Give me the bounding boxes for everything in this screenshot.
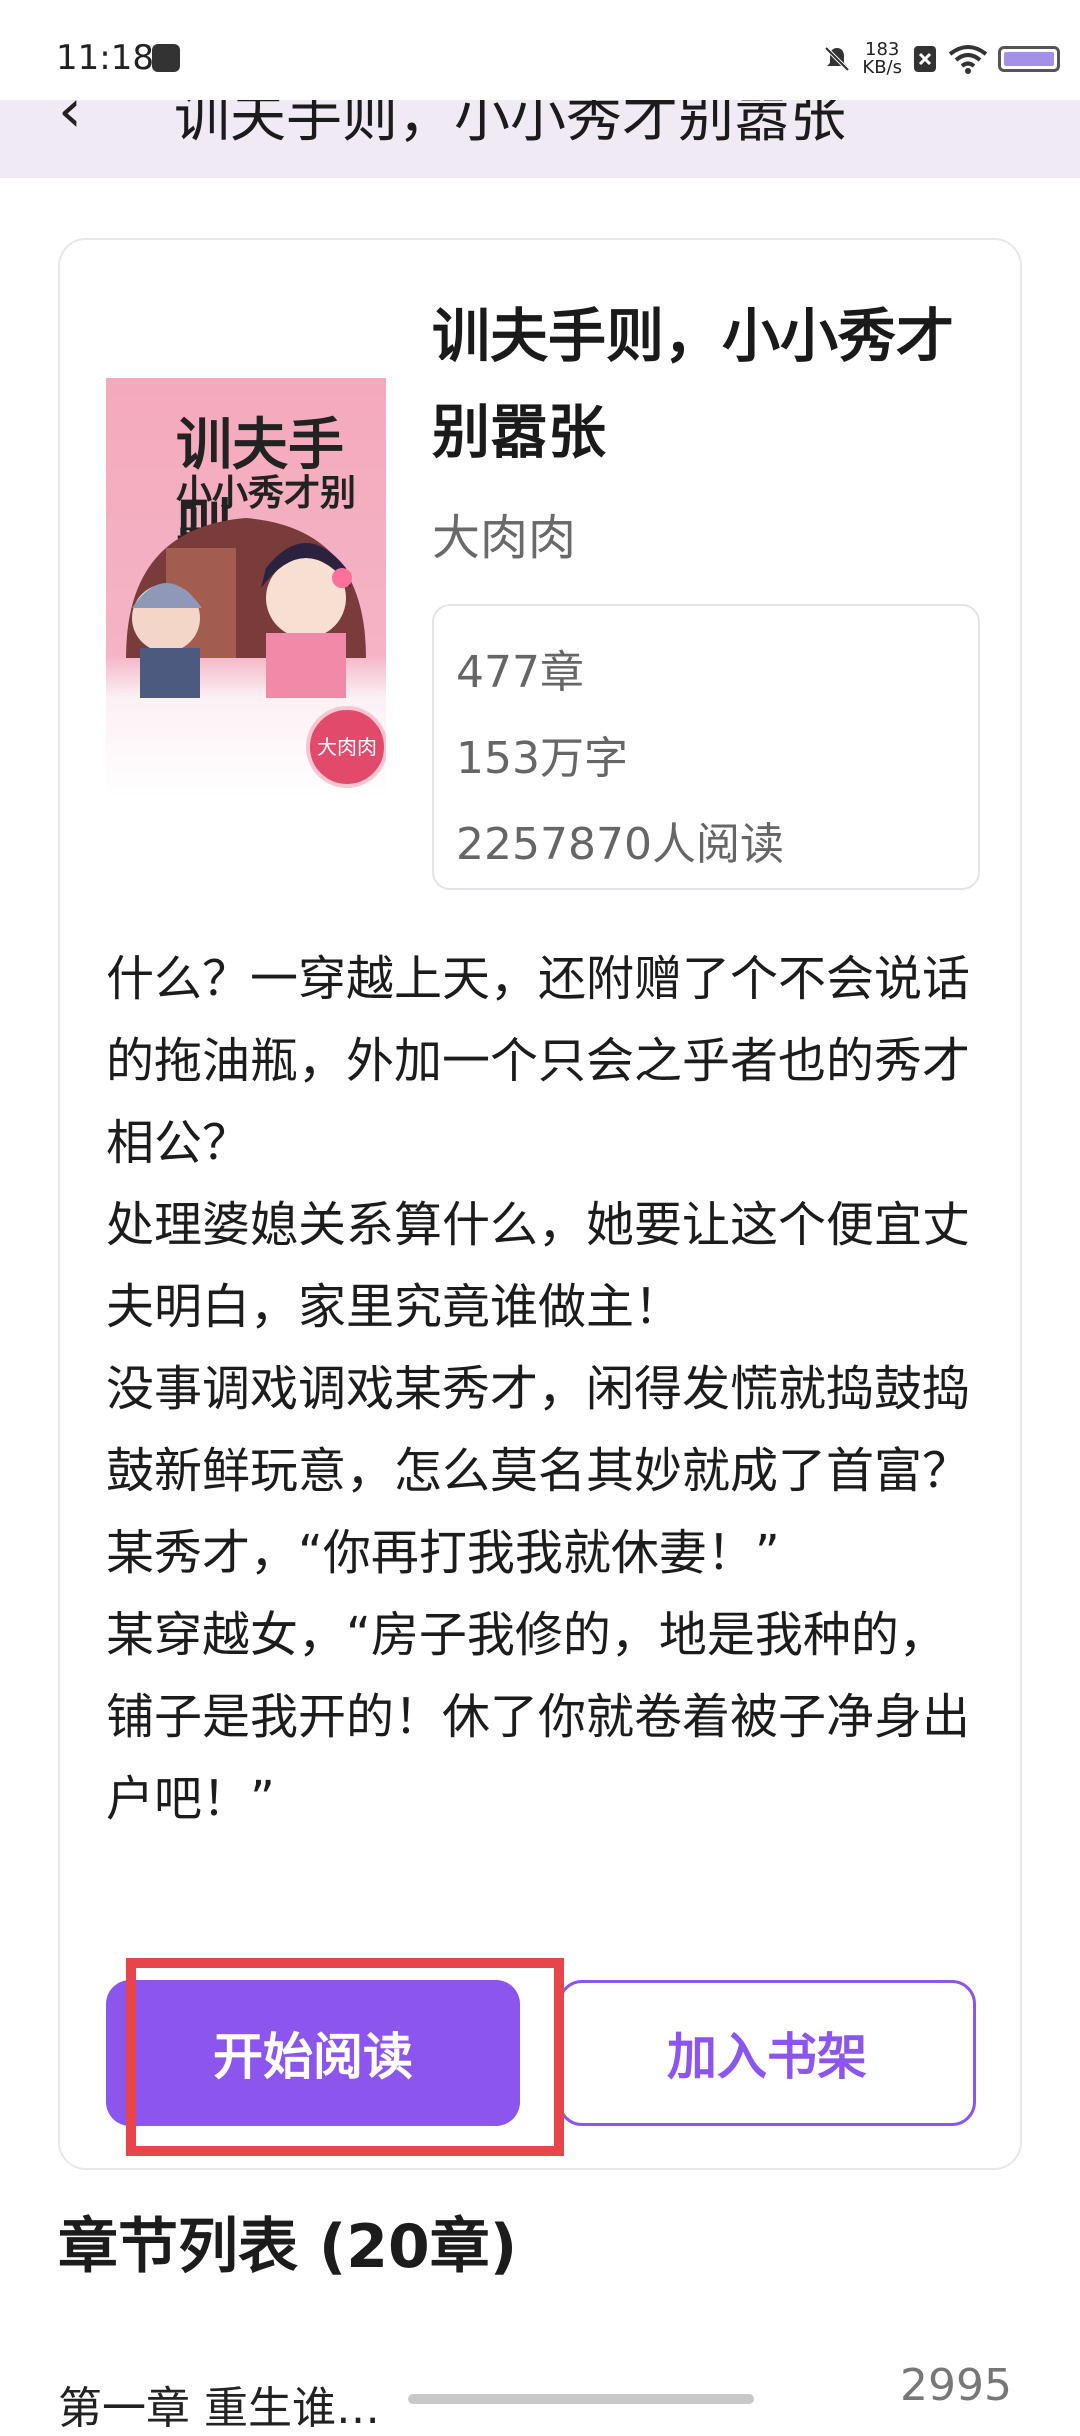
status-time: 11:18 <box>56 38 154 78</box>
network-speed-unit: KB/s <box>862 57 902 78</box>
book-title: 训夫手则，小小秀才别嚣张 <box>432 302 955 466</box>
mute-bell-icon <box>824 46 850 72</box>
description-paragraph: 某秀才，“你再打我我就休妻！” <box>106 1525 780 1581</box>
chapter-list-heading: 章节列表 (20章) <box>58 2212 518 2282</box>
header-title: 训夫手则，小小秀才别嚣张 <box>174 100 846 150</box>
book-card: 训夫手则 小小秀才别嚣张 大肉肉 训夫手则，小小秀才别嚣张 大肉肉 477章 1… <box>58 238 1022 2170</box>
book-description: 什么？一穿越上天，还附赠了个不会说话的拖油瓶，外加一个只会之乎者也的秀才相公？ … <box>106 938 986 1840</box>
stat-readers: 2257870人阅读 <box>456 819 784 870</box>
book-stats: 477章 153万字 2257870人阅读 <box>432 604 980 890</box>
book-cover[interactable]: 训夫手则 小小秀才别嚣张 大肉肉 <box>106 378 386 798</box>
description-paragraph: 某穿越女，“房子我修的，地是我种的，铺子是我开的！休了你就卷着被子净身出户吧！” <box>106 1607 971 1827</box>
description-paragraph: 处理婆媳关系算什么，她要让这个便宜丈夫明白，家里究竟谁做主！ <box>106 1197 971 1335</box>
status-icons: 183 KB/s <box>822 34 1060 84</box>
stat-chapters: 477章 <box>456 647 584 698</box>
notification-icon <box>152 44 180 72</box>
add-to-shelf-button[interactable]: 加入书架 <box>558 1980 976 2126</box>
back-button[interactable]: ‹ <box>58 100 82 146</box>
wifi-icon <box>948 45 988 74</box>
start-reading-button[interactable]: 开始阅读 <box>106 1980 520 2126</box>
network-speed: 183 KB/s <box>862 41 902 77</box>
no-sim-icon <box>914 46 936 72</box>
cover-illustration <box>126 518 366 698</box>
chapter-list-item[interactable]: 第一章 重生谁… <box>58 2372 380 2436</box>
description-paragraph: 什么？一穿越上天，还附赠了个不会说话的拖油瓶，外加一个只会之乎者也的秀才相公？ <box>106 951 971 1171</box>
book-author[interactable]: 大肉肉 <box>432 498 576 568</box>
stat-words: 153万字 <box>456 733 628 784</box>
chapter-word-count: 2995 <box>900 2360 1012 2411</box>
battery-icon <box>998 46 1060 72</box>
status-bar: 11:18 183 KB/s <box>0 0 1080 100</box>
home-indicator[interactable] <box>408 2394 754 2404</box>
app-header: ‹ 训夫手则，小小秀才别嚣张 <box>0 100 1080 178</box>
description-paragraph: 没事调戏调戏某秀才，闲得发慌就捣鼓捣鼓新鲜玩意，怎么莫名其妙就成了首富？ <box>106 1361 971 1499</box>
cover-author-seal: 大肉肉 <box>306 706 386 788</box>
